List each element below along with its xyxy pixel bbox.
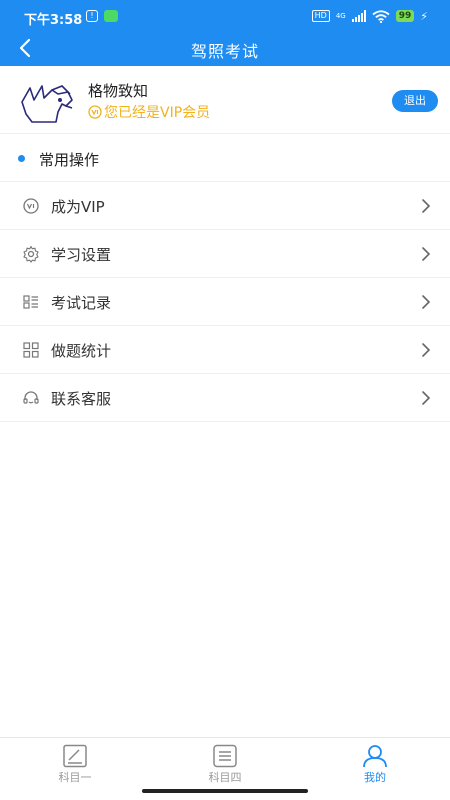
- user-icon: [363, 745, 387, 768]
- tab-subject-four[interactable]: 科目四: [150, 738, 300, 787]
- network-type: 4G: [335, 11, 346, 20]
- logout-button[interactable]: 退出: [392, 90, 438, 112]
- menu-item-practice-stats[interactable]: 做题统计: [0, 326, 450, 374]
- menu-item-study-settings[interactable]: 学习设置: [0, 230, 450, 278]
- headset-icon: [23, 391, 39, 404]
- status-right: HD 4G 99 ⚡: [311, 8, 428, 24]
- profile-card: 格物致知 您已经是VIP会员 退出: [0, 66, 450, 134]
- menu-item-exam-records[interactable]: 考试记录: [0, 278, 450, 326]
- edit-note-icon: [63, 744, 87, 768]
- menu-item-label: 成为VIP: [51, 198, 105, 216]
- home-indicator[interactable]: [142, 789, 308, 793]
- menu-item-customer-service[interactable]: 联系客服: [0, 374, 450, 422]
- page-title: 驾照考试: [190, 42, 259, 61]
- list-icon: [23, 295, 38, 309]
- chevron-right-icon: [422, 295, 431, 309]
- hd-badge: HD: [311, 10, 330, 22]
- grid-icon: [23, 342, 39, 358]
- avatar: [21, 85, 73, 123]
- bottom-tab-bar: 科目一 科目四 我的: [0, 737, 450, 787]
- menu-item-label: 做题统计: [51, 342, 112, 360]
- menu-item-label: 考试记录: [51, 294, 112, 312]
- menu-item-become-vip[interactable]: 成为VIP: [0, 182, 450, 230]
- chevron-right-icon: [422, 247, 431, 261]
- chevron-right-icon: [422, 343, 431, 357]
- chevron-right-icon: [422, 199, 431, 213]
- bullet-dot-icon: [18, 155, 25, 162]
- app-header: 驾照考试: [0, 32, 450, 66]
- document-icon: [213, 744, 237, 768]
- tab-mine[interactable]: 我的: [300, 738, 450, 787]
- charging-icon: ⚡: [420, 9, 428, 23]
- menu-list: 成为VIP 学习设置 考试记录 做题统计 联系客服: [0, 182, 450, 422]
- vip-icon: [23, 198, 39, 214]
- tab-label: 我的: [364, 771, 386, 784]
- tab-label: 科目一: [58, 771, 92, 784]
- top-bar: 下午3:58 ! HD 4G 99 ⚡ 驾照考试: [0, 0, 450, 66]
- status-time: 下午3:58: [24, 13, 83, 28]
- menu-item-label: 联系客服: [51, 390, 112, 408]
- chevron-right-icon: [422, 391, 431, 405]
- menu-item-label: 学习设置: [51, 246, 112, 264]
- tab-label: 科目四: [208, 771, 242, 784]
- vip-badge-icon: [88, 105, 102, 119]
- section-title: 常用操作: [39, 151, 100, 169]
- battery-icon: 99: [395, 10, 415, 22]
- notification-icon: !: [86, 10, 98, 22]
- vip-status: 您已经是VIP会员: [88, 102, 210, 122]
- signal-icon: [351, 10, 366, 22]
- vip-text: 您已经是VIP会员: [104, 105, 211, 121]
- app-notification-icon: [104, 10, 118, 22]
- user-name: 格物致知: [88, 82, 149, 100]
- wifi-icon: [372, 9, 390, 23]
- section-header: 常用操作: [0, 134, 450, 182]
- tab-subject-one[interactable]: 科目一: [0, 738, 150, 787]
- status-bar: 下午3:58 ! HD 4G 99 ⚡: [0, 0, 450, 32]
- gear-icon: [23, 245, 39, 263]
